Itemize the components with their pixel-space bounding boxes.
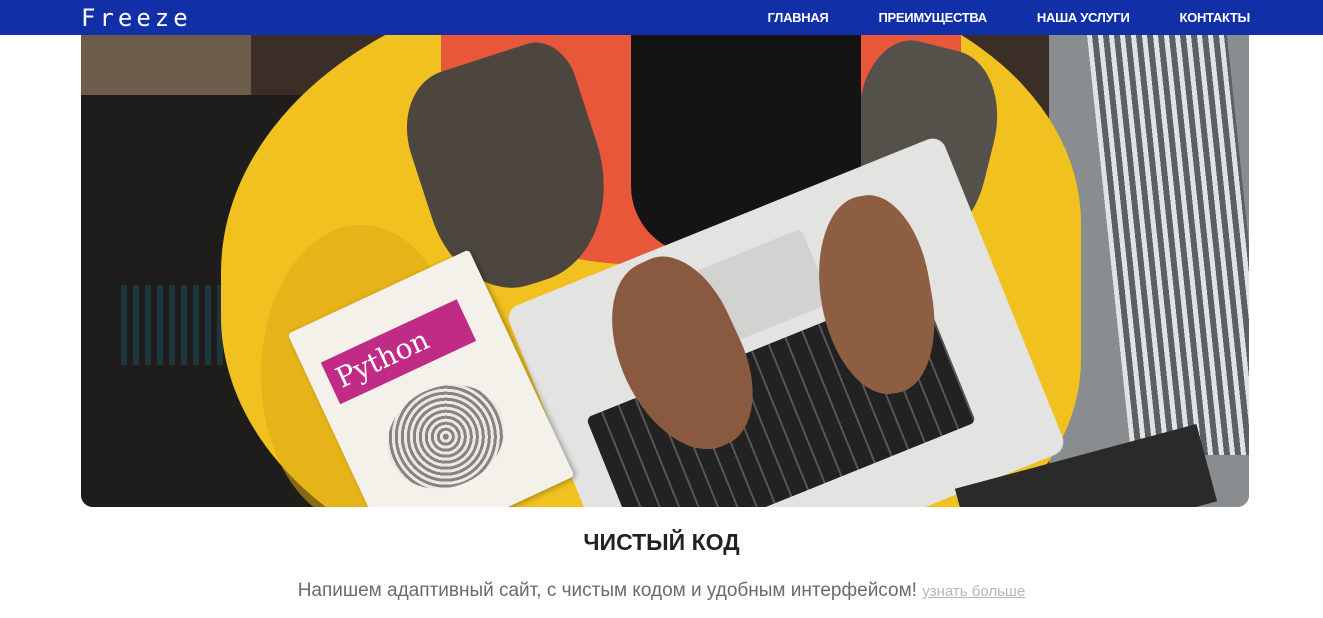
book-snake-illustration <box>370 366 522 507</box>
floor-area <box>81 35 251 95</box>
top-navbar: Freeze ГЛАВНАЯ ПРЕИМУЩЕСТВА НАША УСЛУГИ … <box>0 0 1323 35</box>
section-description: Напишем адаптивный сайт, с чистым кодом … <box>0 578 1323 605</box>
nav-link-advantages[interactable]: ПРЕИМУЩЕСТВА <box>878 10 987 25</box>
nav-link-contacts[interactable]: КОНТАКТЫ <box>1180 10 1251 25</box>
nav-link-home[interactable]: ГЛАВНАЯ <box>768 10 829 25</box>
hero-image: Python <box>81 35 1249 507</box>
section-text: Напишем адаптивный сайт, с чистым кодом … <box>297 580 917 601</box>
site-logo[interactable]: Freeze <box>81 3 192 33</box>
main-nav: ГЛАВНАЯ ПРЕИМУЩЕСТВА НАША УСЛУГИ КОНТАКТ… <box>768 0 1251 35</box>
learn-more-link[interactable]: узнать больше <box>922 583 1025 600</box>
nav-link-services[interactable]: НАША УСЛУГИ <box>1037 10 1130 25</box>
section-title: ЧИСТЫЙ КОД <box>583 529 740 555</box>
